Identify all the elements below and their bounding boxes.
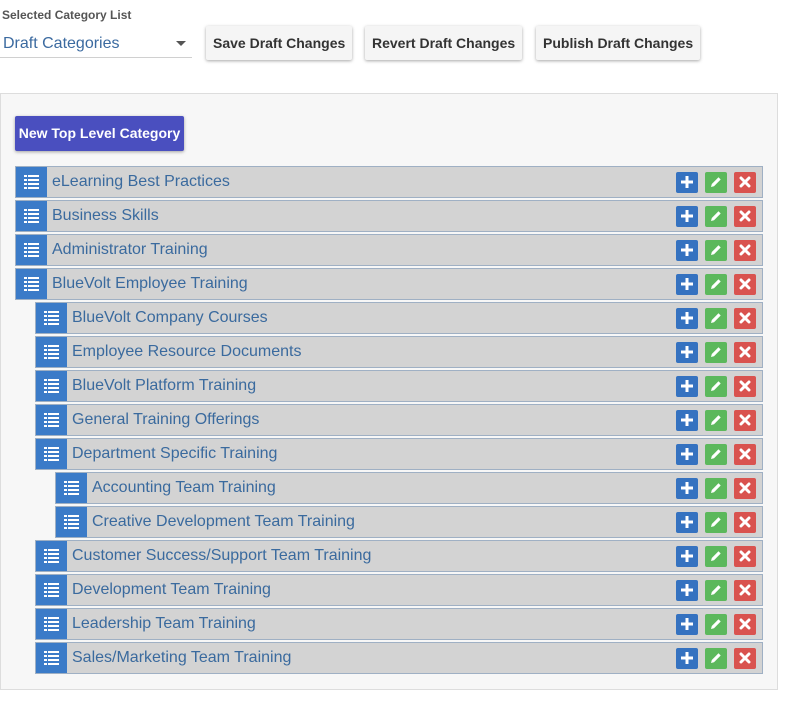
category-list-select[interactable]: Draft Categories bbox=[0, 30, 192, 58]
pencil-icon[interactable] bbox=[705, 308, 727, 329]
plus-icon[interactable] bbox=[676, 410, 698, 431]
category-label: Business Skills bbox=[52, 207, 159, 224]
x-icon[interactable] bbox=[734, 376, 756, 397]
category-label: Administrator Training bbox=[52, 241, 208, 258]
x-icon[interactable] bbox=[734, 546, 756, 567]
x-icon[interactable] bbox=[734, 206, 756, 227]
list-icon[interactable] bbox=[36, 643, 67, 673]
pencil-icon[interactable] bbox=[705, 240, 727, 261]
plus-icon[interactable] bbox=[676, 512, 698, 533]
category-label: eLearning Best Practices bbox=[52, 173, 230, 190]
category-row: Creative Development Team Training bbox=[55, 506, 763, 538]
category-row: Development Team Training bbox=[35, 574, 763, 606]
list-icon[interactable] bbox=[36, 439, 67, 469]
category-row: Employee Resource Documents bbox=[35, 336, 763, 368]
list-icon[interactable] bbox=[36, 609, 67, 639]
revert-draft-button[interactable]: Revert Draft Changes bbox=[365, 26, 523, 60]
plus-icon[interactable] bbox=[676, 614, 698, 635]
plus-icon[interactable] bbox=[676, 580, 698, 601]
x-icon[interactable] bbox=[734, 478, 756, 499]
pencil-icon[interactable] bbox=[705, 342, 727, 363]
list-icon[interactable] bbox=[36, 405, 67, 435]
category-label: Development Team Training bbox=[72, 581, 271, 598]
save-draft-button[interactable]: Save Draft Changes bbox=[206, 26, 353, 60]
plus-icon[interactable] bbox=[676, 240, 698, 261]
list-icon[interactable] bbox=[36, 371, 67, 401]
pencil-icon[interactable] bbox=[705, 274, 727, 295]
list-icon[interactable] bbox=[16, 167, 47, 197]
list-icon[interactable] bbox=[16, 235, 47, 265]
list-icon[interactable] bbox=[56, 473, 87, 503]
caret-down-icon bbox=[176, 41, 186, 46]
pencil-icon[interactable] bbox=[705, 206, 727, 227]
plus-icon[interactable] bbox=[676, 274, 698, 295]
plus-icon[interactable] bbox=[676, 308, 698, 329]
category-row: eLearning Best Practices bbox=[15, 166, 763, 198]
x-icon[interactable] bbox=[734, 614, 756, 635]
pencil-icon[interactable] bbox=[705, 648, 727, 669]
list-icon[interactable] bbox=[36, 575, 67, 605]
pencil-icon[interactable] bbox=[705, 172, 727, 193]
category-row: Business Skills bbox=[15, 200, 763, 232]
category-row: BlueVolt Platform Training bbox=[35, 370, 763, 402]
category-list-select-value: Draft Categories bbox=[3, 35, 120, 52]
category-label: BlueVolt Company Courses bbox=[72, 309, 268, 326]
x-icon[interactable] bbox=[734, 580, 756, 601]
x-icon[interactable] bbox=[734, 410, 756, 431]
x-icon[interactable] bbox=[734, 512, 756, 533]
pencil-icon[interactable] bbox=[705, 614, 727, 635]
category-row: Accounting Team Training bbox=[55, 472, 763, 504]
category-row: Sales/Marketing Team Training bbox=[35, 642, 763, 674]
x-icon[interactable] bbox=[734, 240, 756, 261]
plus-icon[interactable] bbox=[676, 478, 698, 499]
category-row: Department Specific Training bbox=[35, 438, 763, 470]
x-icon[interactable] bbox=[734, 342, 756, 363]
new-top-level-category-button[interactable]: New Top Level Category bbox=[15, 116, 184, 151]
plus-icon[interactable] bbox=[676, 546, 698, 567]
plus-icon[interactable] bbox=[676, 342, 698, 363]
category-label: General Training Offerings bbox=[72, 411, 260, 428]
category-list-label: Selected Category List bbox=[2, 8, 132, 22]
pencil-icon[interactable] bbox=[705, 546, 727, 567]
category-label: Leadership Team Training bbox=[72, 615, 256, 632]
category-label: Employee Resource Documents bbox=[72, 343, 302, 360]
x-icon[interactable] bbox=[734, 274, 756, 295]
pencil-icon[interactable] bbox=[705, 512, 727, 533]
plus-icon[interactable] bbox=[676, 376, 698, 397]
list-icon[interactable] bbox=[36, 303, 67, 333]
list-icon[interactable] bbox=[36, 541, 67, 571]
publish-draft-button[interactable]: Publish Draft Changes bbox=[536, 26, 701, 60]
x-icon[interactable] bbox=[734, 648, 756, 669]
list-icon[interactable] bbox=[16, 269, 47, 299]
list-icon[interactable] bbox=[56, 507, 87, 537]
category-label: Creative Development Team Training bbox=[92, 513, 355, 530]
category-label: Accounting Team Training bbox=[92, 479, 276, 496]
x-icon[interactable] bbox=[734, 172, 756, 193]
category-row: Leadership Team Training bbox=[35, 608, 763, 640]
plus-icon[interactable] bbox=[676, 172, 698, 193]
pencil-icon[interactable] bbox=[705, 580, 727, 601]
category-label: Sales/Marketing Team Training bbox=[72, 649, 292, 666]
x-icon[interactable] bbox=[734, 308, 756, 329]
category-label: BlueVolt Platform Training bbox=[72, 377, 257, 394]
list-icon[interactable] bbox=[16, 201, 47, 231]
pencil-icon[interactable] bbox=[705, 444, 727, 465]
x-icon[interactable] bbox=[734, 444, 756, 465]
plus-icon[interactable] bbox=[676, 206, 698, 227]
category-row: Administrator Training bbox=[15, 234, 763, 266]
list-icon[interactable] bbox=[36, 337, 67, 367]
pencil-icon[interactable] bbox=[705, 478, 727, 499]
category-label: Department Specific Training bbox=[72, 445, 278, 462]
category-row: General Training Offerings bbox=[35, 404, 763, 436]
category-row: BlueVolt Employee Training bbox=[15, 268, 763, 300]
category-row: BlueVolt Company Courses bbox=[35, 302, 763, 334]
category-row: Customer Success/Support Team Training bbox=[35, 540, 763, 572]
toolbar: Selected Category List Draft Categories … bbox=[0, 0, 807, 80]
category-label: Customer Success/Support Team Training bbox=[72, 547, 372, 564]
pencil-icon[interactable] bbox=[705, 410, 727, 431]
plus-icon[interactable] bbox=[676, 648, 698, 669]
category-label: BlueVolt Employee Training bbox=[52, 275, 248, 292]
plus-icon[interactable] bbox=[676, 444, 698, 465]
pencil-icon[interactable] bbox=[705, 376, 727, 397]
